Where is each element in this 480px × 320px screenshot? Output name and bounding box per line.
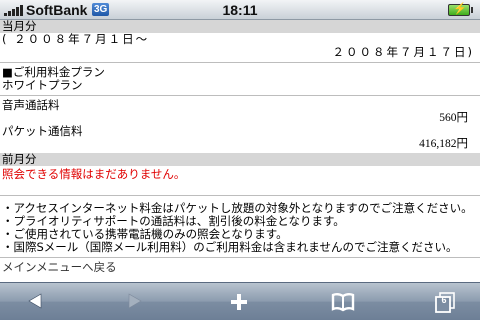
voice-charge-label: 音声通話料 (2, 98, 60, 112)
packet-charge-label: パケット通信料 (2, 124, 83, 138)
period-end: ２００８年７月１７日) (332, 45, 474, 59)
divider (0, 195, 480, 196)
forward-icon (128, 293, 142, 309)
packet-charge-amount: 416,182円 (419, 138, 468, 150)
pages-button[interactable]: 6 (420, 283, 470, 320)
battery-icon: ⚡ (448, 3, 473, 16)
bookmarks-icon (331, 293, 355, 312)
no-info-message: 照会できる情報はまだありません。 (2, 167, 186, 181)
back-icon (28, 293, 42, 309)
back-button[interactable] (10, 283, 60, 320)
main-menu-link[interactable]: メインメニューへ戻る (0, 261, 480, 274)
page-content: 当月分 ( ２００８年７月１日～ ２００８年７月１７日) ■ご利用料金プラン ホ… (0, 20, 480, 282)
forward-button[interactable] (110, 283, 160, 320)
divider (0, 257, 480, 258)
add-icon (231, 294, 247, 310)
previous-month-header: 前月分 (0, 153, 480, 166)
bookmarks-button[interactable] (318, 283, 368, 320)
divider (0, 62, 480, 63)
notes-list: ・アクセスインターネット料金はパケットし放題の対象外となりますのでご注意ください… (0, 202, 480, 254)
divider (0, 95, 480, 96)
pages-count: 6 (441, 295, 447, 305)
clock: 18:11 (222, 2, 258, 18)
browser-toolbar: 6 (0, 282, 480, 320)
note-item: ・国際Sメール（国際メール利用料）のご利用料金は含まれませんのでご注意ください。 (2, 240, 458, 254)
status-bar: SoftBank 3G 18:11 ⚡ (0, 0, 480, 20)
plan-value: ホワイトプラン (2, 78, 83, 92)
add-bookmark-button[interactable] (214, 283, 264, 320)
